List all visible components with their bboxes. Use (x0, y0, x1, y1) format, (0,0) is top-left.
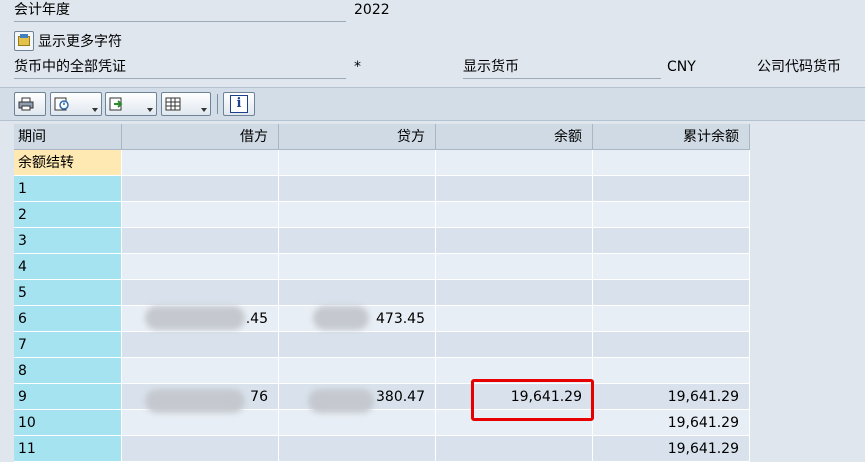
cell-period[interactable]: 8 (14, 358, 122, 384)
cell-credit[interactable] (279, 280, 436, 306)
column-header-period[interactable]: 期间 (14, 124, 122, 150)
document-filter-row: 货币中的全部凭证 * 显示货币 CNY 公司代码货币 (0, 57, 865, 84)
cell-period[interactable]: 6 (14, 306, 122, 332)
display-currency-value[interactable]: CNY (667, 57, 696, 78)
cell-cumulative-balance[interactable] (593, 280, 750, 306)
display-currency-underline (463, 78, 661, 79)
cell-cumulative-balance[interactable] (593, 254, 750, 280)
cell-balance[interactable] (436, 332, 593, 358)
details-dropdown-icon (92, 108, 98, 112)
cell-period[interactable]: 余额结转 (14, 150, 122, 176)
cell-credit[interactable] (279, 410, 436, 436)
cell-credit[interactable] (279, 202, 436, 228)
cell-credit[interactable] (279, 254, 436, 280)
cell-cumulative-balance[interactable]: 19,641.29 (593, 384, 750, 410)
cell-cumulative-balance[interactable] (593, 332, 750, 358)
cell-balance[interactable] (436, 176, 593, 202)
info-button[interactable]: i (223, 92, 255, 116)
cell-cumulative-balance[interactable] (593, 150, 750, 176)
cell-period[interactable]: 7 (14, 332, 122, 358)
cell-debit[interactable] (122, 436, 279, 462)
cell-balance[interactable] (436, 202, 593, 228)
cell-debit[interactable] (122, 410, 279, 436)
cell-balance[interactable] (436, 436, 593, 462)
cell-cumulative-balance[interactable] (593, 176, 750, 202)
print-button[interactable] (14, 92, 46, 116)
cell-debit[interactable] (122, 176, 279, 202)
layout-dropdown-icon (201, 108, 207, 112)
cell-cumulative-balance[interactable]: 19,641.29 (593, 436, 750, 462)
export-dropdown-icon (147, 108, 153, 112)
cell-period[interactable]: 11 (14, 436, 122, 462)
display-currency-label: 显示货币 (463, 59, 519, 75)
all-docs-value[interactable]: * (354, 57, 361, 78)
cell-credit[interactable] (279, 150, 436, 176)
cell-period[interactable]: 9 (14, 384, 122, 410)
cell-balance[interactable] (436, 254, 593, 280)
company-code-currency-label: 公司代码货币 (757, 59, 841, 75)
show-more-button[interactable]: 显示更多字符 (14, 27, 122, 54)
cell-debit[interactable] (122, 332, 279, 358)
cell-balance[interactable] (436, 280, 593, 306)
cell-debit[interactable] (122, 280, 279, 306)
layout-icon (165, 97, 181, 111)
all-docs-label: 货币中的全部凭证 (14, 59, 126, 75)
cell-cumulative-balance[interactable] (593, 306, 750, 332)
cell-balance[interactable] (436, 306, 593, 332)
cell-cumulative-balance[interactable] (593, 358, 750, 384)
cell-credit[interactable] (279, 332, 436, 358)
cell-cumulative-balance[interactable]: 19,641.29 (593, 410, 750, 436)
cell-cumulative-balance[interactable] (593, 228, 750, 254)
redaction-blur (145, 389, 245, 413)
details-button[interactable] (50, 92, 102, 116)
column-header-credit[interactable]: 贷方 (279, 124, 436, 150)
cell-balance[interactable] (436, 150, 593, 176)
print-icon (18, 97, 34, 111)
cell-credit[interactable] (279, 176, 436, 202)
column-header-cumulative-balance[interactable]: 累计余额 (593, 124, 750, 150)
toolbar-separator (217, 94, 218, 114)
cell-period[interactable]: 4 (14, 254, 122, 280)
folder-tree-icon (14, 30, 34, 51)
cell-credit[interactable] (279, 228, 436, 254)
cell-debit[interactable] (122, 254, 279, 280)
alv-toolbar: i (0, 87, 865, 121)
cell-debit[interactable] (122, 358, 279, 384)
cell-debit[interactable] (122, 228, 279, 254)
layout-button[interactable] (161, 92, 211, 116)
export-button[interactable] (105, 92, 157, 116)
redaction-blur (313, 306, 369, 330)
column-header-balance[interactable]: 余额 (436, 124, 593, 150)
all-docs-underline (14, 78, 346, 79)
cell-period[interactable]: 5 (14, 280, 122, 306)
cell-period[interactable]: 1 (14, 176, 122, 202)
redaction-blur (308, 389, 374, 413)
fiscal-year-value[interactable]: 2022 (354, 0, 390, 21)
info-icon: i (230, 95, 248, 113)
column-header-debit[interactable]: 借方 (122, 124, 279, 150)
show-more-label: 显示更多字符 (38, 33, 122, 50)
cell-cumulative-balance[interactable] (593, 202, 750, 228)
highlight-box (471, 379, 594, 421)
cell-debit[interactable] (122, 150, 279, 176)
cell-period[interactable]: 10 (14, 410, 122, 436)
cell-period[interactable]: 3 (14, 228, 122, 254)
redaction-blur (145, 306, 245, 330)
details-icon (54, 97, 69, 111)
cell-credit[interactable] (279, 358, 436, 384)
fiscal-year-label: 会计年度 (14, 2, 70, 18)
fiscal-year-underline (14, 21, 346, 22)
export-icon (109, 97, 123, 111)
fiscal-year-row: 会计年度 2022 (0, 0, 865, 27)
cell-period[interactable]: 2 (14, 202, 122, 228)
cell-debit[interactable] (122, 202, 279, 228)
cell-credit[interactable] (279, 436, 436, 462)
cell-balance[interactable] (436, 228, 593, 254)
